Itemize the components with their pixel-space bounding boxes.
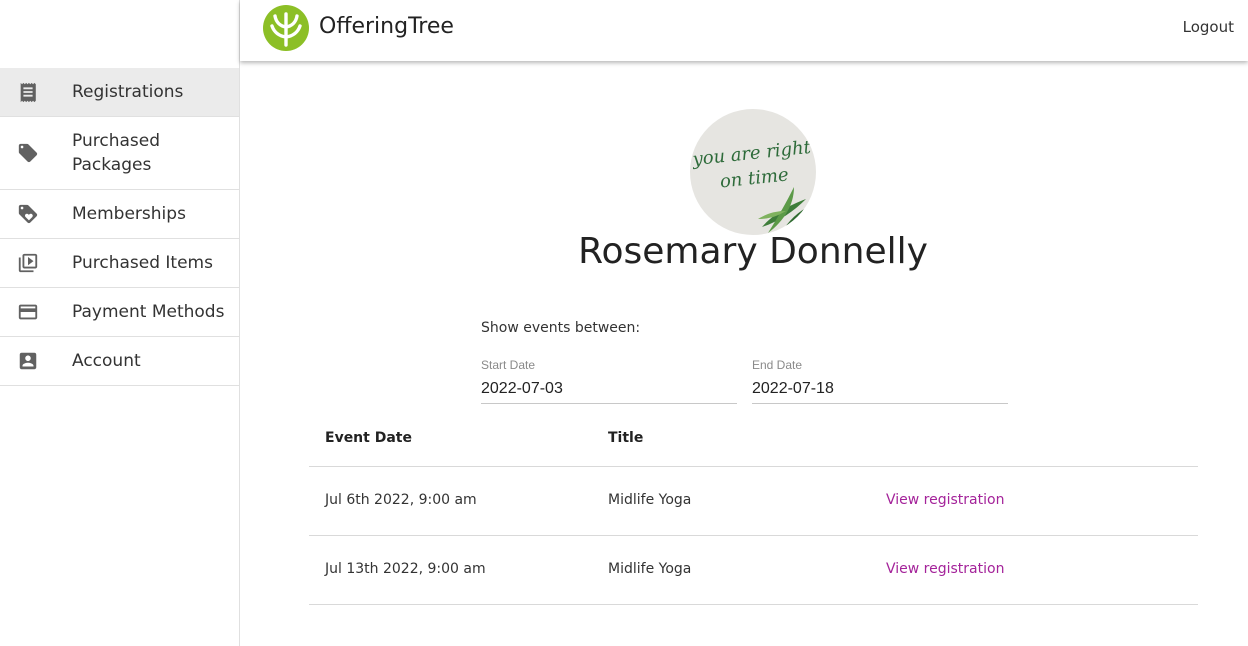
column-header-event-date[interactable]: Event Date: [325, 430, 412, 446]
sidebar-item-label: Payment Methods: [72, 302, 225, 322]
sidebar-item-label: Purchased Items: [72, 253, 213, 273]
brand-name: OfferingTree: [319, 14, 454, 39]
table-row: Jul 6th 2022, 9:00 am Midlife Yoga View …: [309, 467, 1198, 536]
table-row: Jul 13th 2022, 9:00 am Midlife Yoga View…: [309, 536, 1198, 605]
sidebar-item-purchased-items[interactable]: Purchased Items: [0, 239, 239, 288]
sidebar-item-memberships[interactable]: Memberships: [0, 190, 239, 239]
offeringtree-logo-icon[interactable]: [263, 5, 309, 51]
plant-leaves-icon: [758, 187, 812, 235]
start-date-field[interactable]: Start Date 2022-07-03: [481, 356, 737, 404]
receipt-icon: [0, 81, 72, 103]
end-date-label: End Date: [752, 358, 803, 372]
start-date-label: Start Date: [481, 358, 536, 372]
sidebar-item-registrations[interactable]: Registrations: [0, 68, 239, 117]
sidebar: Registrations Purchased Packages Members…: [0, 0, 240, 646]
view-registration-link[interactable]: View registration: [886, 561, 1004, 577]
tag-icon: [0, 142, 72, 164]
column-header-title[interactable]: Title: [608, 430, 643, 446]
top-header: OfferingTree Logout: [240, 0, 1248, 61]
event-title-cell: Midlife Yoga: [608, 561, 692, 577]
date-filter-label: Show events between:: [481, 320, 641, 336]
sidebar-nav: Registrations Purchased Packages Members…: [0, 68, 239, 386]
view-registration-link[interactable]: View registration: [886, 492, 1004, 508]
sidebar-item-account[interactable]: Account: [0, 337, 239, 386]
sidebar-item-label: Memberships: [72, 204, 186, 224]
main-content: you are right on time Rosemary Donnelly …: [240, 61, 1248, 646]
sidebar-item-label: Account: [72, 351, 141, 371]
sidebar-item-label: Purchased Packages: [72, 131, 160, 175]
sidebar-item-payment-methods[interactable]: Payment Methods: [0, 288, 239, 337]
start-date-input[interactable]: 2022-07-03: [481, 380, 563, 398]
tags-icon: [0, 203, 72, 225]
table-header-row: Event Date Title: [309, 416, 1198, 467]
account-box-icon: [0, 350, 72, 372]
events-table: Event Date Title Jul 6th 2022, 9:00 am M…: [309, 416, 1198, 605]
end-date-field[interactable]: End Date 2022-07-18: [752, 356, 1008, 404]
avatar: you are right on time: [690, 109, 816, 235]
video-library-icon: [0, 252, 72, 274]
sidebar-item-purchased-packages[interactable]: Purchased Packages: [0, 117, 239, 190]
end-date-input[interactable]: 2022-07-18: [752, 380, 834, 398]
credit-card-icon: [0, 301, 72, 323]
profile-name: Rosemary Donnelly: [578, 231, 928, 272]
logout-link[interactable]: Logout: [1183, 18, 1234, 36]
event-date-cell: Jul 13th 2022, 9:00 am: [325, 561, 486, 577]
event-title-cell: Midlife Yoga: [608, 492, 692, 508]
event-date-cell: Jul 6th 2022, 9:00 am: [325, 492, 477, 508]
sidebar-item-label: Registrations: [72, 82, 184, 102]
